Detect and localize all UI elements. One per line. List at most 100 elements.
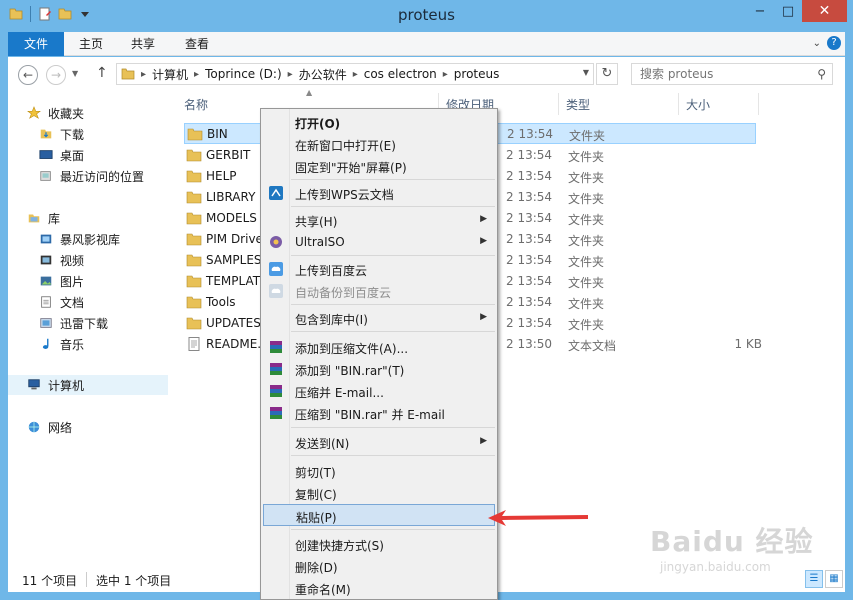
menu-item-copy[interactable]: 复制(C) bbox=[263, 482, 495, 504]
folder-icon bbox=[186, 275, 202, 288]
menu-separator bbox=[291, 455, 495, 456]
menu-item-cut[interactable]: 剪切(T) bbox=[263, 460, 495, 482]
file-type: 文件夹 bbox=[568, 213, 605, 227]
menu-item-pin-start[interactable]: 固定到"开始"屏幕(P) bbox=[263, 155, 495, 177]
nav-desktop[interactable]: 桌面 bbox=[38, 145, 84, 165]
menu-item-share[interactable]: 共享(H) ▶ bbox=[263, 209, 495, 231]
nav-documents[interactable]: 文档 bbox=[38, 292, 84, 312]
picture-icon bbox=[40, 276, 52, 286]
item-count: 11 个项目 bbox=[22, 574, 78, 588]
breadcrumb: ▸ 计算机 bbox=[141, 66, 188, 83]
column-divider[interactable] bbox=[558, 93, 559, 115]
menu-item-open-new-window[interactable]: 在新窗口中打开(E) bbox=[263, 133, 495, 155]
file-name: README. bbox=[206, 337, 262, 351]
wps-cloud-icon bbox=[269, 186, 283, 200]
menu-item-paste[interactable]: 粘贴(P) bbox=[263, 504, 495, 526]
tab-home[interactable]: 主页 bbox=[66, 32, 116, 56]
folder-icon bbox=[186, 170, 202, 183]
tab-file[interactable]: 文件 bbox=[8, 32, 64, 56]
column-divider[interactable] bbox=[678, 93, 679, 115]
nav-music[interactable]: 音乐 bbox=[38, 334, 84, 354]
menu-label: 在新窗口中打开(E) bbox=[295, 139, 396, 153]
nav-favorites[interactable]: 收藏夹 bbox=[26, 103, 84, 123]
close-button[interactable]: ✕ bbox=[802, 0, 847, 22]
nav-storm-library[interactable]: 暴风影视库 bbox=[38, 229, 120, 249]
folder-icon bbox=[186, 317, 202, 330]
nav-downloads[interactable]: 下载 bbox=[38, 124, 84, 144]
file-name: UPDATES bbox=[206, 316, 261, 330]
address-toolbar: ← → ▼ ↑ ▸ 计算机 ▸ Toprince (D:) ▸ 办公软件 ▸ c… bbox=[8, 57, 845, 91]
nav-recent[interactable]: 最近访问的位置 bbox=[38, 166, 144, 186]
breadcrumb-item[interactable]: 计算机 bbox=[152, 66, 188, 83]
menu-separator bbox=[291, 255, 495, 256]
back-button[interactable]: ← bbox=[18, 65, 38, 85]
up-button[interactable]: ↑ bbox=[96, 65, 108, 81]
address-bar[interactable]: ▸ 计算机 ▸ Toprince (D:) ▸ 办公软件 ▸ cos elect… bbox=[116, 63, 594, 85]
refresh-button[interactable]: ↻ bbox=[596, 63, 618, 85]
breadcrumb-item[interactable]: proteus bbox=[454, 67, 500, 81]
tab-view[interactable]: 查看 bbox=[172, 32, 222, 56]
menu-separator bbox=[291, 179, 495, 180]
menu-item-create-shortcut[interactable]: 创建快捷方式(S) bbox=[263, 533, 495, 555]
menu-label: 固定到"开始"屏幕(P) bbox=[295, 161, 407, 175]
tab-share[interactable]: 共享 bbox=[120, 32, 166, 56]
column-divider[interactable] bbox=[758, 93, 759, 115]
menu-item-add-archive[interactable]: 添加到压缩文件(A)... bbox=[263, 336, 495, 358]
recent-locations-chevron-icon[interactable]: ▼ bbox=[72, 69, 78, 78]
column-header-type[interactable]: 类型 bbox=[566, 96, 590, 113]
column-header-name[interactable]: 名称 bbox=[184, 96, 208, 113]
menu-separator bbox=[291, 529, 495, 530]
menu-label: 打开(O) bbox=[295, 117, 341, 131]
menu-item-compress-bin-email[interactable]: 压缩到 "BIN.rar" 并 E-mail bbox=[263, 402, 495, 424]
address-dropdown-icon[interactable]: ▼ bbox=[583, 68, 589, 77]
file-type: 文本文档 bbox=[568, 339, 617, 353]
breadcrumb-separator-icon: ▸ bbox=[442, 68, 448, 80]
menu-item-send-to[interactable]: 发送到(N) ▶ bbox=[263, 431, 495, 453]
breadcrumb-item[interactable]: 办公软件 bbox=[299, 66, 347, 83]
breadcrumb: ▸ proteus bbox=[443, 67, 500, 81]
computer-icon bbox=[28, 379, 40, 390]
nav-label: 图片 bbox=[60, 274, 85, 289]
search-box[interactable]: ⚲ bbox=[631, 63, 833, 85]
menu-item-baidu-upload[interactable]: 上传到百度云 bbox=[263, 258, 495, 280]
menu-item-rename[interactable]: 重命名(M) bbox=[263, 577, 495, 599]
maximize-button[interactable]: □ bbox=[774, 0, 802, 22]
column-header-size[interactable]: 大小 bbox=[686, 96, 710, 113]
menu-item-ultraiso[interactable]: UltraISO ▶ bbox=[263, 231, 495, 253]
file-date: 2 13:54 bbox=[506, 190, 553, 204]
nav-xunlei[interactable]: 迅雷下载 bbox=[38, 313, 108, 333]
menu-item-wps-upload[interactable]: 上传到WPS云文档 bbox=[263, 182, 495, 204]
minimize-button[interactable]: − bbox=[746, 0, 774, 22]
breadcrumb-item[interactable]: cos electron bbox=[364, 67, 437, 81]
nav-pictures[interactable]: 图片 bbox=[38, 271, 84, 291]
file-type: 文件夹 bbox=[568, 318, 605, 332]
menu-item-include-library[interactable]: 包含到库中(I) ▶ bbox=[263, 307, 495, 329]
nav-network[interactable]: 网络 bbox=[26, 417, 72, 437]
menu-item-compress-email[interactable]: 压缩并 E-mail... bbox=[263, 380, 495, 402]
expand-ribbon-button[interactable]: ⌄ bbox=[813, 38, 821, 49]
menu-item-add-bin-rar[interactable]: 添加到 "BIN.rar"(T) bbox=[263, 358, 495, 380]
annotation-arrow-icon bbox=[488, 510, 588, 526]
folder-icon bbox=[186, 254, 202, 267]
large-icons-view-icon[interactable]: ▦ bbox=[825, 570, 843, 588]
file-date: 2 13:54 bbox=[506, 148, 553, 162]
file-date: 2 13:54 bbox=[506, 274, 553, 288]
menu-item-delete[interactable]: 删除(D) bbox=[263, 555, 495, 577]
selected-count: 选中 1 个项目 bbox=[96, 574, 172, 588]
menu-item-open[interactable]: 打开(O) bbox=[263, 111, 495, 133]
file-date: 2 13:54 bbox=[506, 169, 553, 183]
nav-computer[interactable]: 计算机 bbox=[8, 375, 168, 395]
breadcrumb-item[interactable]: Toprince (D:) bbox=[205, 67, 282, 81]
folder-icon bbox=[186, 191, 202, 204]
file-type: 文件夹 bbox=[568, 150, 605, 164]
help-button[interactable]: ? bbox=[827, 36, 841, 50]
search-icon[interactable]: ⚲ bbox=[817, 67, 826, 81]
nav-videos[interactable]: 视频 bbox=[38, 250, 84, 270]
menu-separator bbox=[291, 331, 495, 332]
breadcrumb-separator-icon: ▸ bbox=[194, 68, 200, 80]
nav-libraries[interactable]: 库 bbox=[26, 208, 60, 228]
folder-icon bbox=[186, 296, 202, 309]
forward-button[interactable]: → bbox=[46, 65, 66, 85]
search-input[interactable] bbox=[632, 64, 802, 84]
download-folder-icon bbox=[40, 129, 52, 139]
